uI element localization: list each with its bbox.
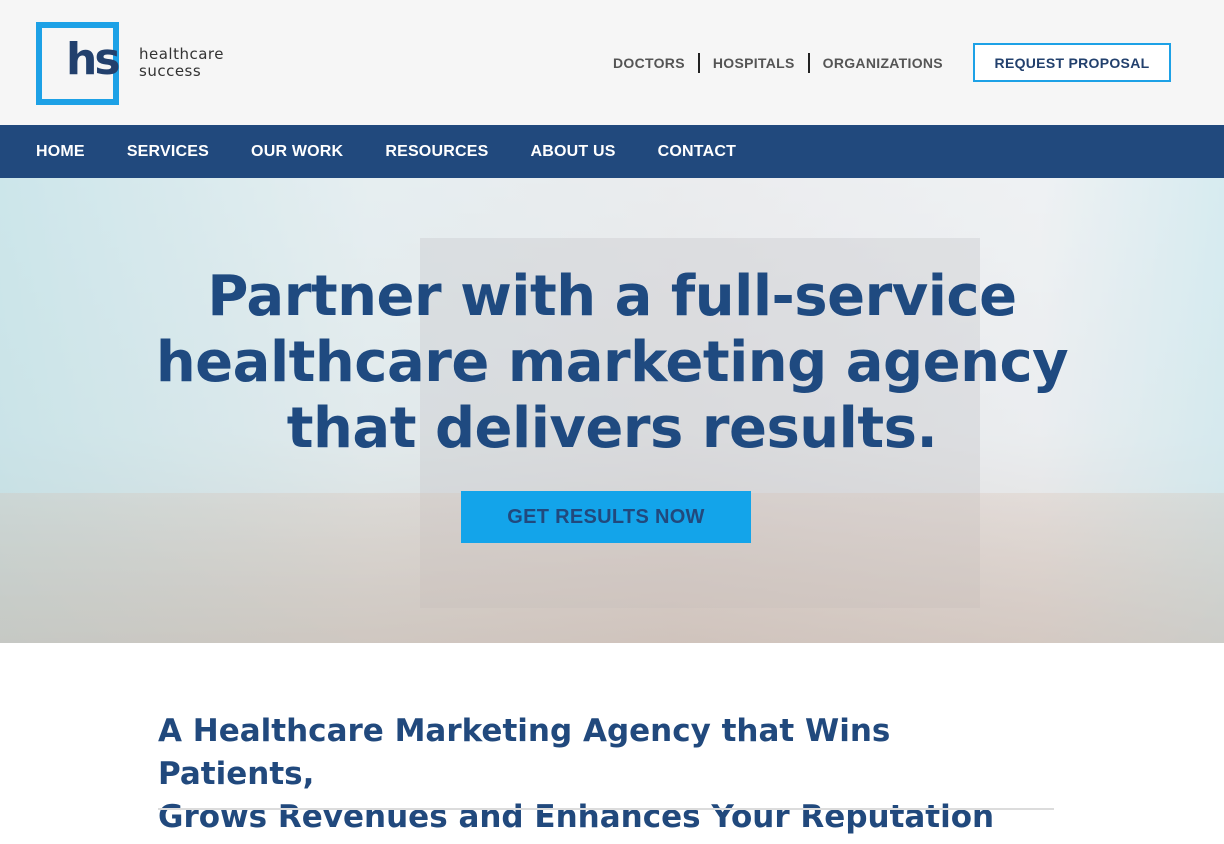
hero-headline: Partner with a full-service healthcare m… xyxy=(150,264,1074,462)
nav-home[interactable]: HOME xyxy=(36,143,85,161)
nav-contact[interactable]: CONTACT xyxy=(658,143,736,161)
hero-headline-line-1: Partner with a full-service xyxy=(207,264,1017,329)
utility-nav: DOCTORS HOSPITALS ORGANIZATIONS xyxy=(600,50,956,76)
utility-link-doctors[interactable]: DOCTORS xyxy=(600,50,698,76)
nav-our-work[interactable]: OUR WORK xyxy=(251,143,343,161)
logo-line-1: healthcare xyxy=(139,45,224,63)
nav-resources[interactable]: RESOURCES xyxy=(385,143,488,161)
request-proposal-button[interactable]: REQUEST PROPOSAL xyxy=(973,43,1171,82)
intro-heading: A Healthcare Marketing Agency that Wins … xyxy=(158,710,1054,839)
logo-mark-icon: hs xyxy=(36,21,120,105)
hero-banner: Partner with a full-service healthcare m… xyxy=(0,178,1224,643)
logo-mark-text: hs xyxy=(66,33,120,85)
utility-link-hospitals[interactable]: HOSPITALS xyxy=(700,50,808,76)
get-results-button[interactable]: GET RESULTS NOW xyxy=(461,491,751,543)
site-header: hs healthcare success DOCTORS HOSPITALS … xyxy=(0,0,1224,125)
utility-link-organizations[interactable]: ORGANIZATIONS xyxy=(810,50,956,76)
logo-wordmark: healthcare success xyxy=(139,46,224,80)
hero-headline-line-3: that delivers results. xyxy=(286,396,938,461)
nav-services[interactable]: SERVICES xyxy=(127,143,209,161)
intro-heading-line-1: A Healthcare Marketing Agency that Wins … xyxy=(158,713,891,792)
logo-line-2: success xyxy=(139,62,202,80)
intro-divider xyxy=(158,808,1054,810)
main-nav: HOME SERVICES OUR WORK RESOURCES ABOUT U… xyxy=(0,125,1224,178)
nav-about-us[interactable]: ABOUT US xyxy=(530,143,615,161)
intro-heading-line-2: Grows Revenues and Enhances Your Reputat… xyxy=(158,799,995,835)
brand-logo[interactable]: hs healthcare success xyxy=(36,21,246,105)
hero-headline-line-2: healthcare marketing agency xyxy=(155,330,1069,395)
